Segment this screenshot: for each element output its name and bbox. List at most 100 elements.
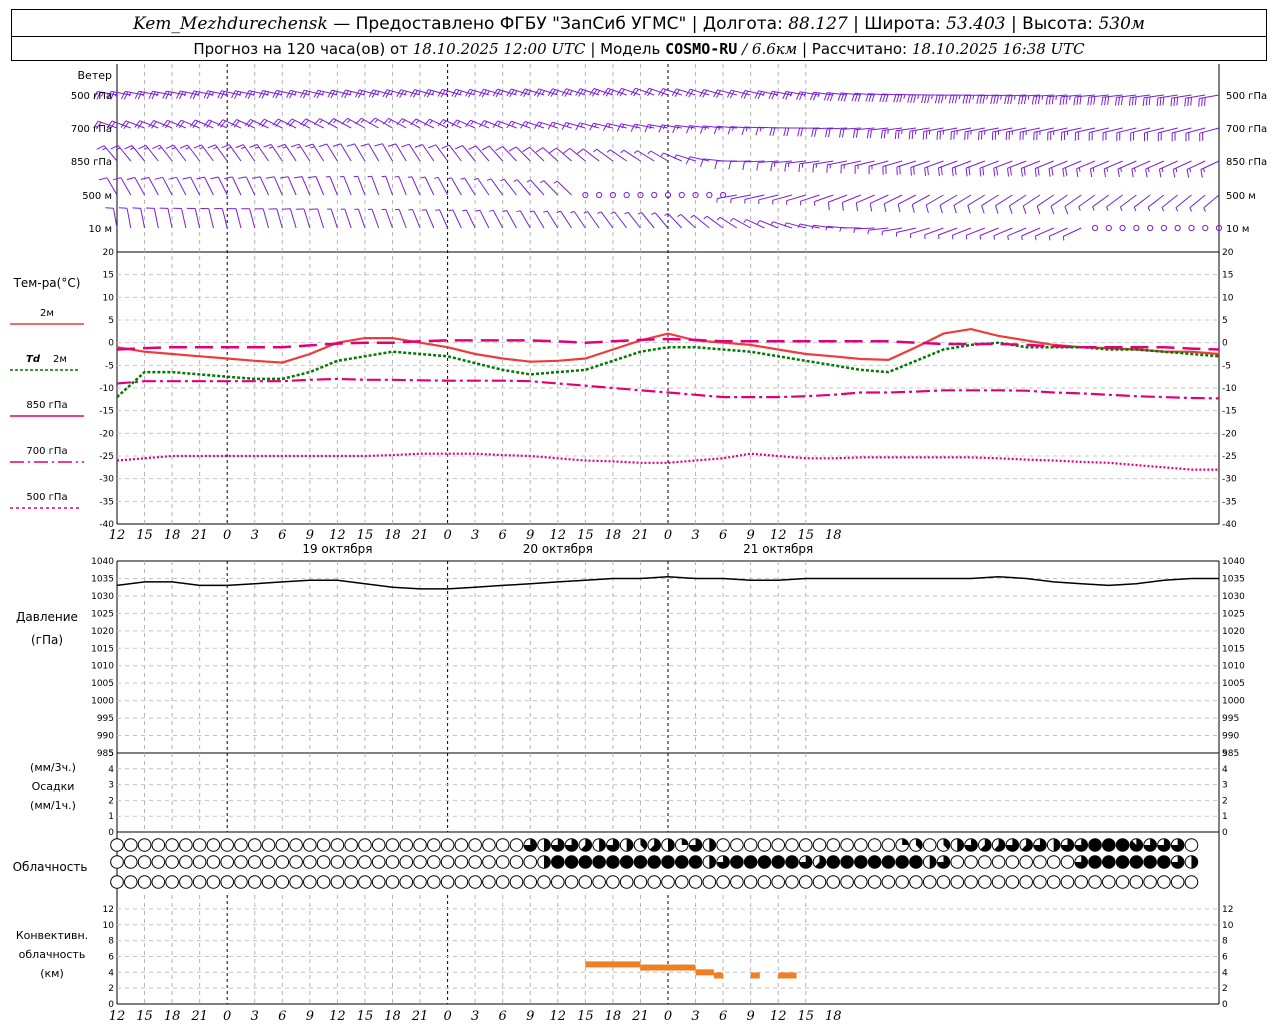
wind-barb-feather — [1159, 97, 1162, 106]
cloud-cover-circle — [647, 875, 662, 889]
temp-ytick-left: 20 — [103, 248, 115, 258]
wind-barb-shaft — [897, 194, 917, 205]
precip-panel-label: Осадки — [32, 780, 75, 793]
cloud-cover-circle — [661, 875, 675, 889]
cloud-cover-fill — [544, 838, 551, 852]
wind-barb-shaft — [650, 150, 669, 162]
pressure-ytick-left: 1035 — [91, 574, 114, 584]
precip-ytick-right: 3 — [1222, 781, 1228, 791]
wind-barb-feather — [852, 129, 856, 138]
wind-barb-feather — [401, 143, 410, 148]
cloud-cover-fill — [709, 838, 716, 852]
cloud-cover-fill — [929, 855, 937, 869]
cloud-cover-circle — [771, 838, 786, 852]
wind-barb-half-feather — [903, 94, 906, 99]
convective-bar — [640, 964, 696, 971]
wind-barb-shaft — [190, 176, 201, 196]
cloud-cover-circle — [1046, 875, 1061, 889]
wind-barb-feather — [178, 91, 184, 100]
wind-barb-feather — [162, 90, 167, 99]
wind-barb-half-feather — [475, 209, 480, 212]
cloud-cover-circle — [1074, 875, 1089, 889]
legend-500-label: 500 гПа — [26, 492, 67, 503]
wind-barb-feather — [132, 207, 141, 209]
wind-barb-feather — [221, 144, 230, 149]
temperature-panel-label: Тем-ра(°C) — [13, 276, 81, 290]
wind-barb-half-feather — [647, 150, 652, 155]
wind-barb-feather — [967, 205, 971, 214]
wind-barb-half-feather — [227, 146, 232, 150]
wind-barb-shaft — [939, 194, 958, 206]
wind-barb-shaft — [256, 144, 269, 162]
cloud-cover-circle — [261, 838, 276, 852]
wind-barb-feather — [1173, 97, 1176, 106]
cloud-cover-circle — [344, 855, 358, 869]
cloud-cover-circle — [922, 875, 937, 889]
cloud-cover-circle — [385, 855, 400, 869]
wind-barb-feather — [996, 167, 999, 176]
wind-barb-half-feather — [1203, 168, 1205, 173]
wind-barb-half-feather — [1161, 207, 1165, 212]
wind-barb-shaft — [371, 176, 380, 196]
cloud-cover-circle — [289, 875, 303, 889]
wind-barb-half-feather — [583, 90, 587, 95]
wind-barb-half-feather — [951, 235, 954, 240]
cloud-cover-fill — [551, 855, 565, 869]
wind-barb-shaft — [448, 144, 462, 162]
conv-ytick-right: 0 — [1222, 1000, 1228, 1010]
wind-barb-half-feather — [887, 129, 889, 134]
cloud-cover-circle — [468, 855, 482, 869]
wind-barb-feather — [897, 130, 900, 139]
cloud-cover-circle — [523, 855, 538, 869]
wind-barb-shaft — [245, 176, 256, 196]
wind-barb-half-feather — [1048, 236, 1051, 241]
wind-barb-shaft — [204, 176, 214, 196]
cloud-cover-circle — [358, 875, 372, 889]
cloud-cover-circle — [220, 838, 234, 852]
cloud-cover-circle — [991, 875, 1006, 889]
wind-barb-shaft — [680, 214, 696, 229]
wind-barb-feather — [151, 91, 156, 100]
wind-barb-shaft — [953, 194, 972, 206]
cloud-cover-circle — [743, 838, 758, 852]
wind-barb-feather — [196, 176, 205, 180]
cloud-cover-circle — [413, 855, 427, 869]
wind-barb-feather — [182, 176, 191, 180]
wind-barb-feather — [616, 123, 622, 132]
wind-barb-shaft — [276, 208, 283, 229]
wind-barb-feather — [842, 129, 845, 138]
pressure-ytick-left: 1010 — [91, 662, 114, 672]
wind-barb-half-feather — [429, 120, 433, 125]
cloud-cover-circle — [592, 875, 606, 889]
precip-ytick-left: 5 — [108, 749, 114, 759]
meteogram-canvas: 20 2015 1510 105 50 0-5 -5-10 -10-15 -15-20 -20-2… — [10, 64, 1267, 1024]
wind-barb-feather — [1064, 206, 1069, 215]
hour-tick-label: 18 — [164, 528, 181, 543]
wind-barb-shaft — [623, 149, 641, 162]
cloud-cover-circle — [509, 855, 524, 869]
wind-barb-feather — [785, 91, 790, 100]
wind-barb-half-feather — [1078, 206, 1081, 211]
pressure-ytick-right: 1025 — [1222, 609, 1245, 619]
temp-ytick-left: 0 — [108, 339, 114, 349]
wind-barb-shaft — [477, 178, 490, 196]
wind-barb-feather — [1131, 169, 1134, 178]
temp-ytick-left: -10 — [99, 384, 114, 394]
wind-barb-shaft — [465, 209, 476, 229]
pressure-ytick-right: 1030 — [1222, 592, 1245, 602]
wind-barb-feather — [105, 207, 114, 209]
wind-barb-feather — [814, 128, 817, 137]
conv-ytick-right: 10 — [1222, 921, 1234, 931]
wind-barb-feather — [293, 176, 303, 179]
wind-barb-half-feather — [596, 90, 601, 95]
wind-barb-shaft — [600, 211, 614, 229]
wind-barb-feather — [1076, 96, 1079, 105]
temp-ytick-left: -20 — [99, 429, 114, 439]
wind-barb-half-feather — [325, 176, 330, 178]
wind-barb-shaft — [1189, 194, 1206, 209]
convective-bar — [713, 972, 724, 979]
wind-barb-half-feather — [497, 121, 502, 126]
wind-barb-shaft — [542, 147, 559, 162]
cloud-cover-circle — [192, 855, 207, 869]
wind-barb-feather — [899, 94, 903, 103]
